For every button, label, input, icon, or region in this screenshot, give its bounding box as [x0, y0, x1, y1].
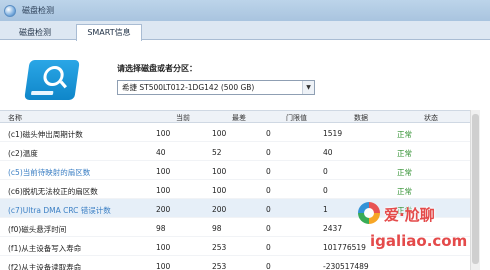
- row-worst: 253: [212, 243, 227, 252]
- table-row[interactable]: (c6)脱机无法校正的扇区数 100 100 0 0 正常: [0, 180, 470, 199]
- row-data: 0: [323, 167, 328, 176]
- row-worst: 200: [212, 205, 227, 214]
- row-name: (f1)从主设备写入寿命: [8, 244, 82, 253]
- chevron-down-icon[interactable]: ▼: [302, 81, 314, 94]
- watermark-url: igaliao.com: [370, 232, 468, 250]
- row-name: (c1)磁头伸出周期计数: [8, 130, 83, 139]
- disk-select-label: 请选择磁盘或者分区：: [117, 64, 197, 73]
- table-row[interactable]: (c1)磁头伸出周期计数 100 100 0 1519 正常: [0, 123, 470, 142]
- row-threshold: 0: [266, 186, 271, 195]
- row-data: 40: [323, 148, 333, 157]
- row-worst: 52: [212, 148, 222, 157]
- row-threshold: 0: [266, 129, 271, 138]
- header-name[interactable]: 名称: [8, 113, 22, 123]
- row-current: 100: [156, 186, 171, 195]
- row-threshold: 0: [266, 205, 271, 214]
- tab-strip: 磁盘检测 SMART信息: [0, 21, 490, 41]
- header-current[interactable]: 当前: [176, 113, 190, 123]
- disk-search-icon: [24, 60, 80, 100]
- title-bar: 磁盘检测: [0, 0, 490, 21]
- row-threshold: 0: [266, 262, 271, 270]
- row-current: 100: [156, 129, 171, 138]
- row-threshold: 0: [266, 167, 271, 176]
- row-name: (f0)磁头悬浮时间: [8, 225, 67, 234]
- disk-select-dropdown[interactable]: 希捷 ST500LT012-1DG142 (500 GB) ▼: [117, 80, 315, 95]
- row-worst: 98: [212, 224, 222, 233]
- header-status[interactable]: 状态: [424, 113, 438, 123]
- row-data: 0: [323, 186, 328, 195]
- row-status: 正常: [397, 187, 412, 196]
- row-status: 正常: [397, 149, 412, 158]
- row-threshold: 0: [266, 148, 271, 157]
- row-data: 1: [323, 205, 328, 214]
- row-name: (c2)温度: [8, 149, 38, 158]
- watermark-logo-icon: [358, 202, 380, 224]
- disk-app-icon: [4, 4, 16, 17]
- row-current: 200: [156, 205, 171, 214]
- row-data: 1519: [323, 129, 343, 138]
- row-status: 正常: [397, 168, 412, 177]
- row-name: (c6)脱机无法校正的扇区数: [8, 187, 98, 196]
- row-current: 100: [156, 262, 171, 270]
- row-data: 2437: [323, 224, 343, 233]
- table-row[interactable]: (c5)当前待映射的扇区数 100 100 0 0 正常: [0, 161, 470, 180]
- tab-smart-info[interactable]: SMART信息: [76, 24, 142, 41]
- header-data[interactable]: 数据: [354, 113, 368, 123]
- window-title: 磁盘检测: [22, 6, 54, 15]
- row-current: 100: [156, 167, 171, 176]
- row-worst: 253: [212, 262, 227, 270]
- watermark: 爱·尬聊 igaliao.com: [356, 200, 488, 266]
- row-name: (c5)当前待映射的扇区数: [8, 168, 91, 177]
- row-worst: 100: [212, 186, 227, 195]
- row-status: 正常: [397, 130, 412, 139]
- disk-select-value: 希捷 ST500LT012-1DG142 (500 GB): [122, 83, 255, 92]
- row-name: (c7)Ultra DMA CRC 错误计数: [8, 206, 111, 215]
- row-current: 98: [156, 224, 166, 233]
- header-threshold[interactable]: 门限值: [286, 113, 307, 123]
- tab-disk-check[interactable]: 磁盘检测: [4, 24, 66, 40]
- row-name: (f2)从主设备读取寿命: [8, 263, 82, 270]
- row-threshold: 0: [266, 224, 271, 233]
- row-worst: 100: [212, 129, 227, 138]
- table-row[interactable]: (c2)温度 40 52 0 40 正常: [0, 142, 470, 161]
- table-header: 名称 当前 最差 门限值 数据 状态: [0, 110, 470, 123]
- row-current: 100: [156, 243, 171, 252]
- row-threshold: 0: [266, 243, 271, 252]
- watermark-brand: 爱·尬聊: [384, 206, 435, 224]
- row-current: 40: [156, 148, 166, 157]
- row-worst: 100: [212, 167, 227, 176]
- header-worst[interactable]: 最差: [232, 113, 246, 123]
